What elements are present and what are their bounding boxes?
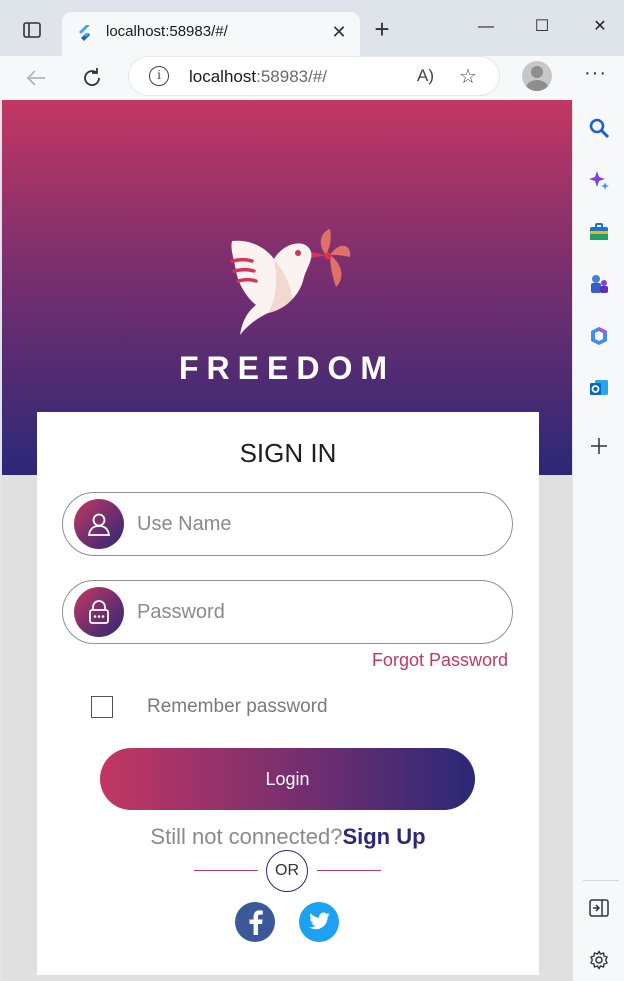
refresh-icon[interactable] (78, 64, 106, 92)
games-icon[interactable] (587, 272, 611, 296)
sidebar-divider (583, 880, 619, 881)
or-badge: OR (266, 850, 308, 892)
twitter-icon[interactable] (299, 902, 339, 942)
brand-title: FREEDOM (179, 350, 395, 386)
split-screen-icon[interactable] (587, 896, 611, 920)
add-favorite-icon[interactable]: ☆ (459, 64, 477, 89)
app-viewport: FREEDOM SIGN IN Forgot Password Remember… (2, 100, 572, 981)
sign-in-card: SIGN IN Forgot Password Remember passwor… (37, 412, 539, 975)
signup-prefix: Still not connected? (150, 824, 343, 849)
address-bar[interactable]: i localhost:58983/#/ A) ☆ (128, 56, 500, 96)
dove-logo-icon (212, 225, 362, 345)
site-info-icon[interactable]: i (149, 66, 169, 86)
read-aloud-icon[interactable]: A) (417, 66, 434, 86)
profile-avatar[interactable] (522, 61, 552, 91)
or-divider-left (194, 870, 258, 871)
remember-password-checkbox[interactable] (91, 696, 113, 718)
signup-link[interactable]: Sign Up (342, 824, 425, 849)
login-button[interactable]: Login (100, 748, 475, 810)
url-host: localhost (189, 67, 257, 86)
password-field[interactable] (62, 580, 513, 644)
minimize-button[interactable]: — (471, 14, 501, 40)
tab-title: localhost:58983/#/ (106, 23, 228, 40)
search-icon[interactable] (587, 116, 611, 140)
forgot-password-link[interactable]: Forgot Password (372, 650, 508, 671)
password-input[interactable] (137, 595, 497, 629)
outlook-icon[interactable] (587, 376, 611, 400)
username-input[interactable] (137, 507, 497, 541)
browser-tab[interactable]: localhost:58983/#/ ✕ (62, 12, 360, 56)
settings-menu-icon[interactable]: ··· (584, 62, 607, 85)
facebook-icon[interactable] (235, 902, 275, 942)
remember-password-label: Remember password (147, 696, 328, 717)
flutter-icon (76, 24, 94, 42)
tab-close-icon[interactable]: ✕ (328, 21, 350, 43)
close-window-button[interactable]: ✕ (585, 14, 615, 40)
or-divider-right (317, 870, 381, 871)
browser-sidebar (572, 100, 624, 981)
url-text: localhost:58983/#/ (189, 67, 327, 87)
copilot-icon[interactable] (587, 168, 611, 192)
office-icon[interactable] (587, 324, 611, 348)
tab-actions-icon[interactable] (20, 18, 44, 42)
lock-icon (74, 587, 124, 637)
back-icon[interactable] (22, 64, 50, 92)
user-icon (74, 499, 124, 549)
url-path: :58983/#/ (256, 67, 328, 86)
browser-toolbar: i localhost:58983/#/ A) ☆ ··· (0, 56, 624, 100)
username-field[interactable] (62, 492, 513, 556)
add-icon[interactable] (587, 434, 611, 458)
tools-icon[interactable] (587, 220, 611, 244)
new-tab-button[interactable]: + (370, 16, 394, 42)
signup-prompt: Still not connected?Sign Up (37, 824, 539, 850)
settings-icon[interactable] (587, 948, 611, 972)
browser-titlebar: localhost:58983/#/ ✕ + — ☐ ✕ (0, 0, 624, 56)
maximize-button[interactable]: ☐ (527, 14, 557, 40)
sign-in-heading: SIGN IN (239, 438, 337, 468)
